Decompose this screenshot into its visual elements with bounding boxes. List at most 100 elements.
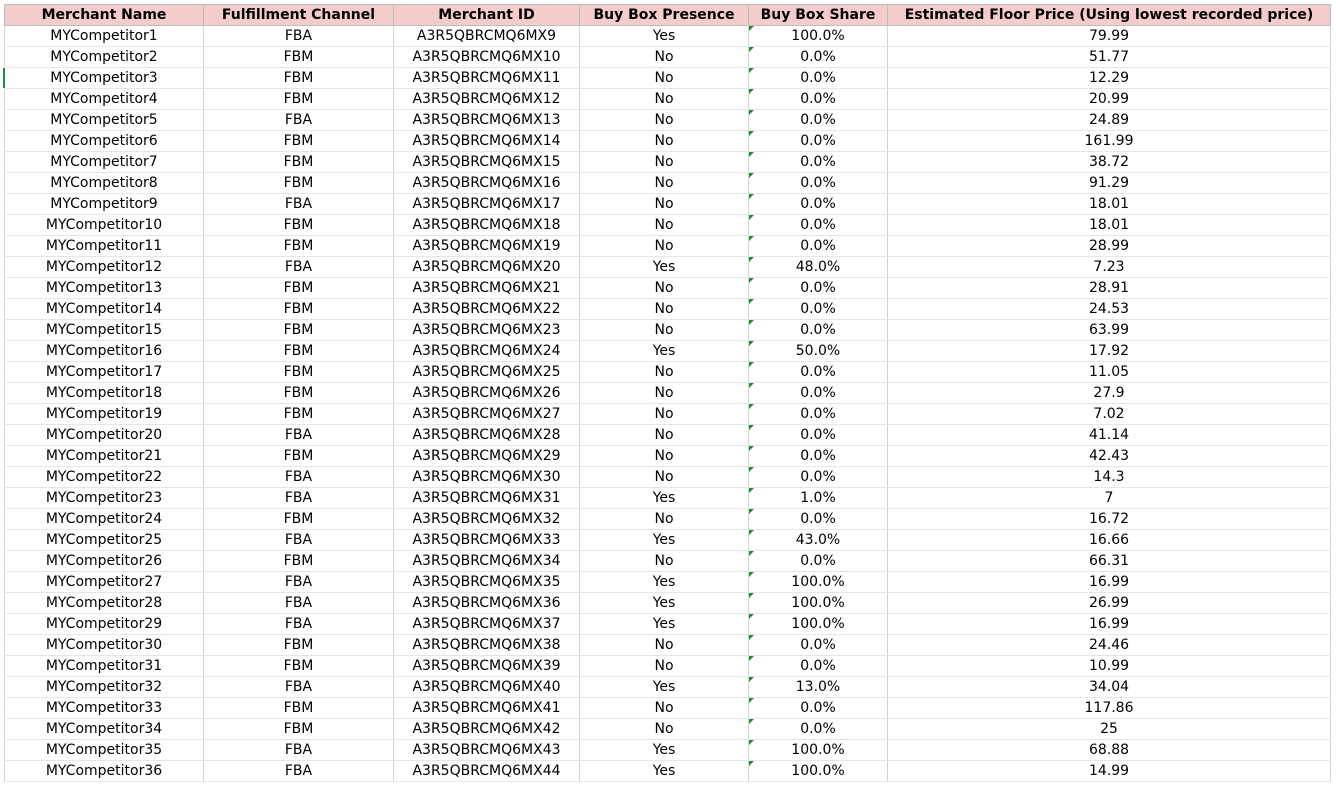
fulfillment-channel-cell[interactable]: FBA — [203, 466, 394, 488]
buy-box-share-cell[interactable]: 0.0% — [748, 424, 888, 446]
fulfillment-channel-cell[interactable]: FBM — [203, 67, 394, 89]
merchant-name-cell[interactable]: MYCompetitor27 — [4, 571, 204, 593]
fulfillment-channel-cell[interactable]: FBM — [203, 88, 394, 110]
header-merchant-id[interactable]: Merchant ID — [393, 4, 580, 26]
floor-price-cell[interactable]: 14.99 — [887, 760, 1331, 782]
merchant-id-cell[interactable]: A3R5QBRCMQ6MX29 — [393, 445, 580, 467]
floor-price-cell[interactable]: 7 — [887, 487, 1331, 509]
floor-price-cell[interactable]: 7.02 — [887, 403, 1331, 425]
floor-price-cell[interactable]: 24.46 — [887, 634, 1331, 656]
buy-box-share-cell[interactable]: 43.0% — [748, 529, 888, 551]
fulfillment-channel-cell[interactable]: FBA — [203, 424, 394, 446]
merchant-name-cell[interactable]: MYCompetitor36 — [4, 760, 204, 782]
merchant-name-cell[interactable]: MYCompetitor34 — [4, 718, 204, 740]
fulfillment-channel-cell[interactable]: FBM — [203, 130, 394, 152]
buy-box-presence-cell[interactable]: Yes — [579, 256, 749, 278]
merchant-name-cell[interactable]: MYCompetitor3 — [4, 67, 204, 89]
buy-box-presence-cell[interactable]: Yes — [579, 529, 749, 551]
buy-box-presence-cell[interactable]: No — [579, 424, 749, 446]
buy-box-share-cell[interactable]: 0.0% — [748, 718, 888, 740]
floor-price-cell[interactable]: 11.05 — [887, 361, 1331, 383]
buy-box-share-cell[interactable]: 0.0% — [748, 214, 888, 236]
merchant-name-cell[interactable]: MYCompetitor1 — [4, 25, 204, 47]
buy-box-presence-cell[interactable]: No — [579, 214, 749, 236]
buy-box-share-cell[interactable]: 0.0% — [748, 88, 888, 110]
merchant-name-cell[interactable]: MYCompetitor23 — [4, 487, 204, 509]
merchant-id-cell[interactable]: A3R5QBRCMQ6MX21 — [393, 277, 580, 299]
merchant-name-cell[interactable]: MYCompetitor20 — [4, 424, 204, 446]
fulfillment-channel-cell[interactable]: FBM — [203, 445, 394, 467]
buy-box-presence-cell[interactable]: Yes — [579, 760, 749, 782]
merchant-name-cell[interactable]: MYCompetitor18 — [4, 382, 204, 404]
floor-price-cell[interactable]: 41.14 — [887, 424, 1331, 446]
buy-box-share-cell[interactable]: 0.0% — [748, 193, 888, 215]
buy-box-presence-cell[interactable]: No — [579, 130, 749, 152]
floor-price-cell[interactable]: 10.99 — [887, 655, 1331, 677]
buy-box-share-cell[interactable]: 100.0% — [748, 613, 888, 635]
buy-box-share-cell[interactable]: 0.0% — [748, 319, 888, 341]
merchant-name-cell[interactable]: MYCompetitor32 — [4, 676, 204, 698]
buy-box-share-cell[interactable]: 0.0% — [748, 361, 888, 383]
merchant-name-cell[interactable]: MYCompetitor30 — [4, 634, 204, 656]
header-fulfillment-channel[interactable]: Fulfillment Channel — [203, 4, 394, 26]
merchant-name-cell[interactable]: MYCompetitor6 — [4, 130, 204, 152]
fulfillment-channel-cell[interactable]: FBA — [203, 193, 394, 215]
buy-box-share-cell[interactable]: 0.0% — [748, 508, 888, 530]
fulfillment-channel-cell[interactable]: FBA — [203, 676, 394, 698]
merchant-name-cell[interactable]: MYCompetitor13 — [4, 277, 204, 299]
buy-box-share-cell[interactable]: 50.0% — [748, 340, 888, 362]
buy-box-share-cell[interactable]: 0.0% — [748, 466, 888, 488]
merchant-name-cell[interactable]: MYCompetitor31 — [4, 655, 204, 677]
buy-box-presence-cell[interactable]: No — [579, 46, 749, 68]
merchant-id-cell[interactable]: A3R5QBRCMQ6MX28 — [393, 424, 580, 446]
merchant-name-cell[interactable]: MYCompetitor4 — [4, 88, 204, 110]
merchant-name-cell[interactable]: MYCompetitor9 — [4, 193, 204, 215]
merchant-name-cell[interactable]: MYCompetitor24 — [4, 508, 204, 530]
merchant-name-cell[interactable]: MYCompetitor17 — [4, 361, 204, 383]
merchant-name-cell[interactable]: MYCompetitor22 — [4, 466, 204, 488]
buy-box-presence-cell[interactable]: No — [579, 508, 749, 530]
merchant-id-cell[interactable]: A3R5QBRCMQ6MX17 — [393, 193, 580, 215]
floor-price-cell[interactable]: 14.3 — [887, 466, 1331, 488]
floor-price-cell[interactable]: 26.99 — [887, 592, 1331, 614]
fulfillment-channel-cell[interactable]: FBM — [203, 214, 394, 236]
buy-box-presence-cell[interactable]: Yes — [579, 592, 749, 614]
fulfillment-channel-cell[interactable]: FBM — [203, 172, 394, 194]
merchant-id-cell[interactable]: A3R5QBRCMQ6MX34 — [393, 550, 580, 572]
merchant-id-cell[interactable]: A3R5QBRCMQ6MX12 — [393, 88, 580, 110]
buy-box-share-cell[interactable]: 48.0% — [748, 256, 888, 278]
buy-box-presence-cell[interactable]: No — [579, 298, 749, 320]
fulfillment-channel-cell[interactable]: FBM — [203, 508, 394, 530]
buy-box-share-cell[interactable]: 0.0% — [748, 277, 888, 299]
merchant-id-cell[interactable]: A3R5QBRCMQ6MX11 — [393, 67, 580, 89]
merchant-id-cell[interactable]: A3R5QBRCMQ6MX31 — [393, 487, 580, 509]
merchant-id-cell[interactable]: A3R5QBRCMQ6MX23 — [393, 319, 580, 341]
buy-box-presence-cell[interactable]: No — [579, 67, 749, 89]
fulfillment-channel-cell[interactable]: FBA — [203, 571, 394, 593]
fulfillment-channel-cell[interactable]: FBM — [203, 718, 394, 740]
fulfillment-channel-cell[interactable]: FBM — [203, 403, 394, 425]
buy-box-share-cell[interactable]: 0.0% — [748, 172, 888, 194]
buy-box-presence-cell[interactable]: Yes — [579, 340, 749, 362]
floor-price-cell[interactable]: 17.92 — [887, 340, 1331, 362]
floor-price-cell[interactable]: 12.29 — [887, 67, 1331, 89]
merchant-id-cell[interactable]: A3R5QBRCMQ6MX13 — [393, 109, 580, 131]
fulfillment-channel-cell[interactable]: FBM — [203, 634, 394, 656]
buy-box-presence-cell[interactable]: Yes — [579, 613, 749, 635]
buy-box-share-cell[interactable]: 100.0% — [748, 592, 888, 614]
fulfillment-channel-cell[interactable]: FBM — [203, 298, 394, 320]
merchant-name-cell[interactable]: MYCompetitor11 — [4, 235, 204, 257]
header-merchant-name[interactable]: Merchant Name — [4, 4, 204, 26]
merchant-id-cell[interactable]: A3R5QBRCMQ6MX39 — [393, 655, 580, 677]
floor-price-cell[interactable]: 24.89 — [887, 109, 1331, 131]
buy-box-share-cell[interactable]: 100.0% — [748, 25, 888, 47]
merchant-id-cell[interactable]: A3R5QBRCMQ6MX26 — [393, 382, 580, 404]
merchant-id-cell[interactable]: A3R5QBRCMQ6MX10 — [393, 46, 580, 68]
floor-price-cell[interactable]: 117.86 — [887, 697, 1331, 719]
fulfillment-channel-cell[interactable]: FBA — [203, 256, 394, 278]
buy-box-share-cell[interactable]: 0.0% — [748, 46, 888, 68]
buy-box-share-cell[interactable]: 0.0% — [748, 298, 888, 320]
buy-box-share-cell[interactable]: 0.0% — [748, 634, 888, 656]
floor-price-cell[interactable]: 16.99 — [887, 613, 1331, 635]
fulfillment-channel-cell[interactable]: FBA — [203, 592, 394, 614]
